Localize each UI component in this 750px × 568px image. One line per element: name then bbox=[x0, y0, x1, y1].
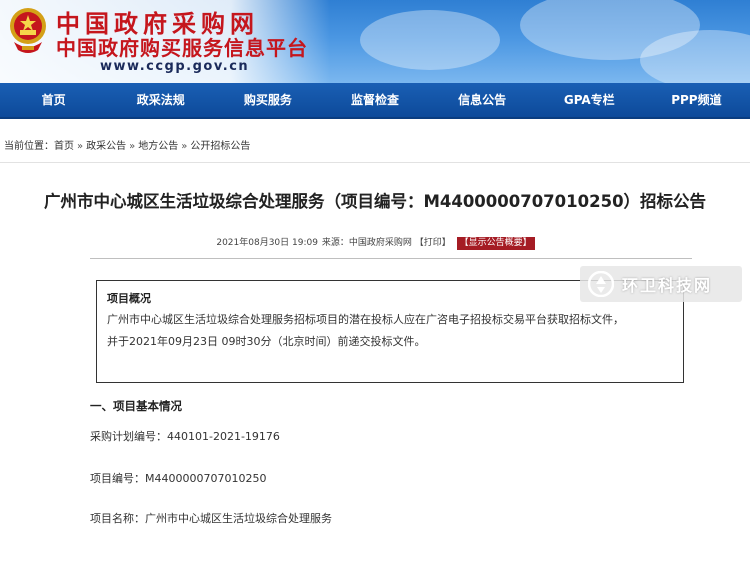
meta-divider bbox=[90, 258, 692, 259]
site-url: www.ccgp.gov.cn bbox=[100, 59, 250, 74]
breadcrumb-open-tender[interactable]: 公开招标公告 bbox=[190, 141, 250, 152]
project-number: 项目编号：M4400000707010250 bbox=[90, 472, 267, 485]
project-name: 项目名称：广州市中心城区生活垃圾综合处理服务 bbox=[90, 512, 332, 525]
breadcrumb-procurement-notices[interactable]: 政采公告 bbox=[86, 141, 126, 152]
watermark-text: 环卫科技网 bbox=[622, 276, 713, 295]
section-basic-info-heading: 一、项目基本情况 bbox=[90, 399, 182, 413]
nav-item-purchase-services[interactable]: 购买服务 bbox=[214, 82, 321, 118]
nav-item-supervision[interactable]: 监督检查 bbox=[321, 82, 428, 118]
nav-item-home[interactable]: 首页 bbox=[0, 82, 107, 118]
procurement-plan-number: 采购计划编号：440101-2021-19176 bbox=[90, 430, 280, 443]
summary-line-2: 并于2021年09月23日 09时30分（北京时间）前递交投标文件。 bbox=[107, 335, 426, 348]
show-summary-button[interactable]: 【显示公告概要】 bbox=[456, 237, 535, 250]
breadcrumb-separator: » bbox=[129, 141, 136, 152]
summary-line-1: 广州市中心城区生活垃圾综合处理服务招标项目的潜在投标人应在广咨电子招投标交易平台… bbox=[107, 313, 624, 326]
site-name-secondary[interactable]: 中国政府购买服务信息平台 bbox=[56, 32, 308, 61]
breadcrumb-separator: » bbox=[77, 141, 84, 152]
breadcrumb-home[interactable]: 首页 bbox=[54, 141, 74, 152]
recycle-logo-icon bbox=[588, 271, 614, 297]
print-link[interactable]: 【打印】 bbox=[415, 238, 451, 248]
header-cloud bbox=[360, 10, 500, 70]
main-nav: 首页 政采法规 购买服务 监督检查 信息公告 GPA专栏 PPP频道 bbox=[0, 83, 750, 119]
national-emblem-icon[interactable] bbox=[8, 6, 48, 56]
nav-item-ppp[interactable]: PPP频道 bbox=[643, 82, 750, 118]
article-title: 广州市中心城区生活垃圾综合处理服务（项目编号：M4400000707010250… bbox=[43, 192, 707, 211]
publish-date: 2021年08月30日 19:09 bbox=[216, 238, 318, 248]
watermark: 环卫科技网 bbox=[580, 266, 742, 302]
site-header: 中国政府采购网 中国政府购买服务信息平台 www.ccgp.gov.cn bbox=[0, 0, 750, 83]
source-label: 来源： bbox=[321, 238, 349, 248]
nav-item-announcements[interactable]: 信息公告 bbox=[429, 82, 536, 118]
nav-item-regulations[interactable]: 政采法规 bbox=[107, 82, 214, 118]
source-name: 中国政府采购网 bbox=[348, 238, 412, 248]
breadcrumb: 当前位置：首页» 政采公告» 地方公告» 公开招标公告 bbox=[0, 137, 750, 163]
breadcrumb-separator: » bbox=[181, 141, 188, 152]
article-meta: 2021年08月30日 19:09 来源：中国政府采购网 【打印】 【显示公告概… bbox=[0, 236, 750, 250]
breadcrumb-local-notices[interactable]: 地方公告 bbox=[138, 141, 178, 152]
nav-item-gpa[interactable]: GPA专栏 bbox=[536, 82, 643, 118]
breadcrumb-prefix: 当前位置： bbox=[4, 141, 54, 152]
